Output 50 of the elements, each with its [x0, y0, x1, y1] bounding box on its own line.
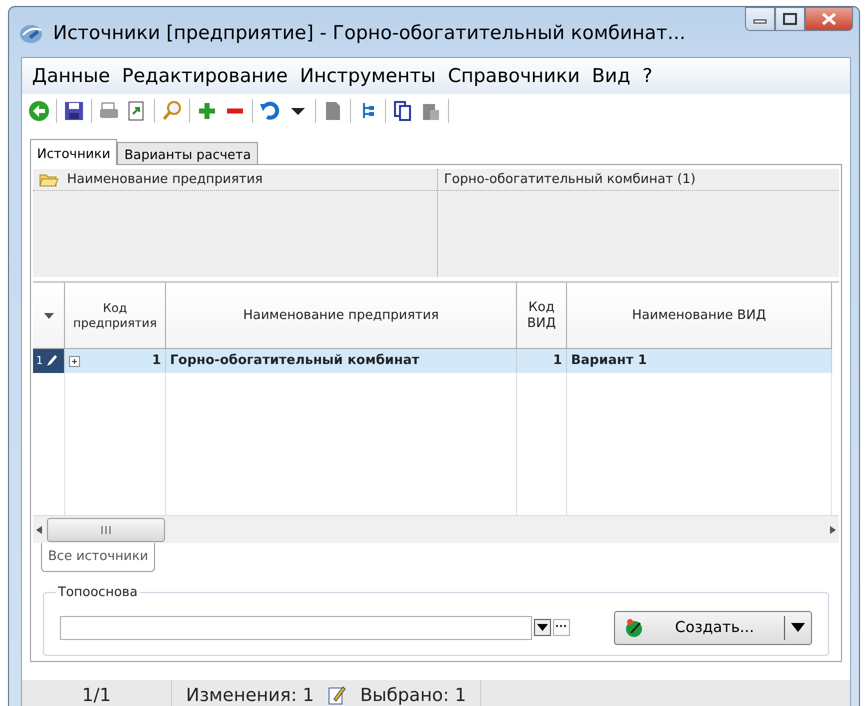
column-header[interactable]: Наименование предприятия [166, 283, 517, 349]
group-value: Горно-обогатительный комбинат (1) [444, 170, 696, 189]
window-title: Источники [предприятие] - Горно-обогатительный комбинат... [53, 20, 686, 46]
ellipsis-icon [556, 625, 566, 628]
column-header[interactable]: Код ВИД [517, 283, 567, 349]
caret-icon [791, 623, 805, 632]
menu-item[interactable]: ? [636, 62, 658, 90]
column-header[interactable]: Код предприятия [65, 283, 166, 349]
close-button[interactable] [805, 7, 853, 31]
edit-icon [328, 685, 346, 705]
grip-icon [100, 524, 112, 534]
tab[interactable]: Источники [30, 139, 118, 165]
table-cell-text: 1 [552, 352, 562, 370]
ellipsis-button[interactable] [552, 619, 570, 636]
status-text: 1/1 [82, 684, 111, 706]
save-icon[interactable] [63, 100, 85, 122]
combo-field[interactable] [60, 616, 532, 640]
caret-icon [536, 624, 548, 631]
table-cell-text: 1 [152, 352, 161, 370]
sort-caret-icon [44, 312, 54, 318]
column-header[interactable]: Наименование ВИД [567, 283, 832, 349]
row-number: 1 [35, 352, 43, 369]
maximize-icon [783, 13, 797, 25]
menu-item[interactable]: Вид [586, 62, 636, 90]
scrollbar-thumb[interactable] [47, 518, 165, 542]
app-icon [19, 22, 45, 44]
table-cell-text: Вариант 1 [571, 352, 647, 370]
create-button[interactable]: Создать... [614, 610, 812, 644]
copy-icon[interactable] [392, 100, 414, 122]
menu-item[interactable]: Инструменты [294, 62, 442, 90]
status-text: Выбрано: 1 [360, 684, 466, 706]
maximize-button[interactable] [775, 7, 805, 31]
table-cell-text: Горно-обогатительный комбинат [170, 352, 420, 370]
status-text: Изменения: 1 [186, 684, 314, 706]
close-icon [821, 12, 837, 26]
menu-item[interactable]: Данные [26, 62, 116, 90]
undo-icon[interactable] [259, 100, 281, 122]
search-icon[interactable] [161, 100, 183, 122]
minimize-button[interactable] [745, 7, 775, 31]
expand-icon[interactable] [69, 356, 80, 366]
folder-icon [39, 172, 59, 188]
plus-icon[interactable] [196, 100, 218, 122]
menu-item[interactable]: Редактирование [116, 62, 294, 90]
pencil-icon [45, 354, 57, 368]
menu-item[interactable]: Справочники [442, 62, 586, 90]
dropdown-button[interactable] [534, 619, 551, 636]
tab[interactable]: Варианты расчета [117, 142, 258, 164]
back-icon[interactable] [28, 100, 50, 122]
tab[interactable]: Все источники [41, 543, 156, 572]
group-column-label: Наименование предприятия [67, 170, 263, 189]
